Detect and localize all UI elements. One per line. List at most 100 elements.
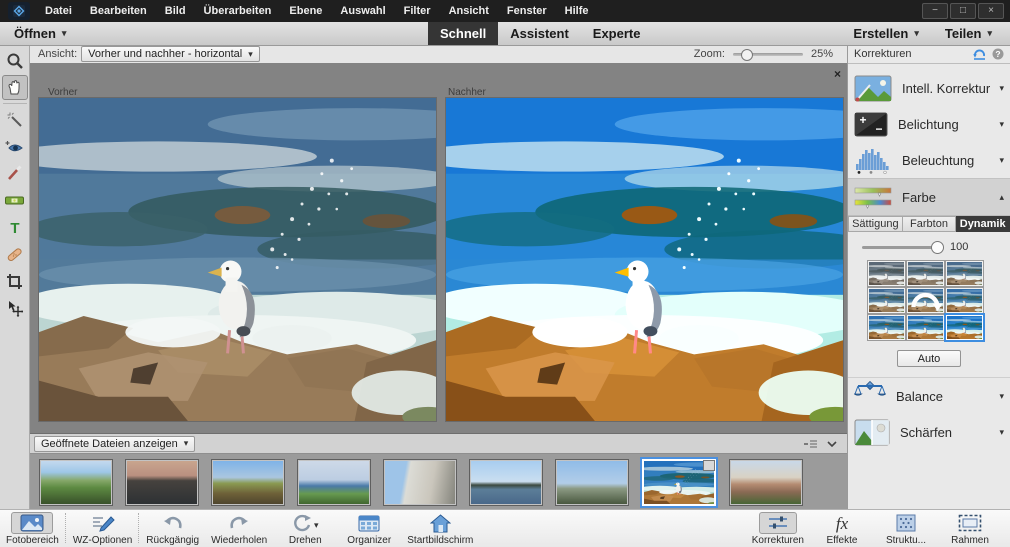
section-sharpen[interactable]: Schärfen ▾ <box>848 414 1010 450</box>
taskbar-label: Wiederholen <box>211 535 267 546</box>
panel-title: Korrekturen <box>854 48 911 60</box>
help-icon[interactable]: ? <box>992 48 1004 60</box>
reset-icon[interactable] <box>972 48 987 60</box>
thumbnail-green-valley[interactable] <box>40 460 112 505</box>
taskbar-fotobereich[interactable]: Fotobereich <box>0 510 65 546</box>
menu-filter[interactable]: Filter <box>395 0 440 22</box>
chevron-down-icon[interactable]: ▾ <box>999 427 1004 438</box>
open-files-dropdown[interactable]: Geöffnete Dateien anzeigen ▾ <box>34 436 195 452</box>
svg-text:+: + <box>859 113 866 127</box>
hand-tool[interactable] <box>2 75 28 100</box>
thumbnail-church[interactable] <box>730 460 802 505</box>
move-icon <box>6 300 23 317</box>
collapse-bin-icon[interactable] <box>827 441 837 447</box>
straighten-tool[interactable] <box>2 188 28 213</box>
variation-cell-reset[interactable] <box>907 288 944 313</box>
chevron-down-icon[interactable]: ▾ <box>999 155 1004 166</box>
whiten-teeth-tool[interactable] <box>2 161 28 186</box>
taskbar-startbildschirm[interactable]: Startbildschirm <box>401 510 479 546</box>
tab-schnell[interactable]: Schnell <box>428 22 498 45</box>
vibrance-slider-thumb[interactable] <box>931 241 944 254</box>
bin-menu-icon[interactable] <box>804 439 817 449</box>
red-eye-tool[interactable] <box>2 134 28 159</box>
variation-cell[interactable] <box>868 288 905 313</box>
taskbar-korrekturen[interactable]: Korrekturen <box>746 510 810 546</box>
adjustments-panel: Korrekturen ? <box>847 45 1010 510</box>
variation-cell[interactable] <box>946 261 983 286</box>
tab-farbton[interactable]: Farbton <box>903 216 957 232</box>
variation-cell[interactable] <box>946 288 983 313</box>
tab-experte[interactable]: Experte <box>581 22 653 45</box>
menu-ebene[interactable]: Ebene <box>280 0 331 22</box>
thumbnail-countryside[interactable] <box>212 460 284 505</box>
thumbnail-mountain-ridge[interactable] <box>556 460 628 505</box>
section-intelligent-fix[interactable]: Intell. Korrektur ▾ <box>848 70 1010 106</box>
section-exposure[interactable]: + − Belichtung ▾ <box>848 106 1010 142</box>
menu-auswahl[interactable]: Auswahl <box>331 0 394 22</box>
taskbar-rahmen[interactable]: Rahmen <box>938 510 1002 546</box>
zoom-slider-thumb[interactable] <box>741 49 753 61</box>
vibrance-slider[interactable] <box>862 246 940 249</box>
tab-assistent[interactable]: Assistent <box>498 22 581 45</box>
thumbnail-lake-hills[interactable] <box>298 460 370 505</box>
maximize-button[interactable]: □ <box>950 3 976 19</box>
view-mode-dropdown[interactable]: Vorher und nachher - horizontal ▾ <box>81 46 260 62</box>
auto-button[interactable]: Auto <box>897 350 961 367</box>
taskbar-drehen[interactable]: ▾ Drehen <box>273 510 337 546</box>
menu-ueberarbeiten[interactable]: Überarbeiten <box>195 0 281 22</box>
share-button[interactable]: Teilen ▾ <box>945 26 992 41</box>
taskbar-organizer[interactable]: Organizer <box>337 510 401 546</box>
menu-fenster[interactable]: Fenster <box>498 0 556 22</box>
variation-cell[interactable] <box>907 261 944 286</box>
taskbar-effekte[interactable]: fx Effekte <box>810 510 874 546</box>
tool-options-icon <box>91 514 115 532</box>
chevron-down-icon[interactable]: ▾ <box>314 520 319 531</box>
thumbnail-island[interactable] <box>470 460 542 505</box>
thumbnail-seagull-selected[interactable] <box>642 459 716 506</box>
section-color[interactable]: Farbe ▴ <box>848 178 1010 216</box>
crop-tool[interactable] <box>2 269 28 294</box>
type-tool[interactable]: T <box>2 215 28 240</box>
thumbnail-dusk-lake[interactable] <box>126 460 198 505</box>
create-button[interactable]: Erstellen ▾ <box>853 26 918 41</box>
zoom-slider[interactable] <box>733 53 803 56</box>
taskbar-label: Startbildschirm <box>407 535 473 546</box>
chevron-down-icon[interactable]: ▾ <box>999 119 1004 130</box>
close-view-icon[interactable]: × <box>834 69 841 79</box>
level-icon <box>5 195 24 206</box>
taskbar-wiederholen[interactable]: Wiederholen <box>205 510 273 546</box>
variation-cell[interactable] <box>868 315 905 340</box>
menu-datei[interactable]: Datei <box>36 0 81 22</box>
chevron-down-icon[interactable]: ▾ <box>999 83 1004 94</box>
color-sliders-icon <box>854 185 892 209</box>
taskbar-rueckgaengig[interactable]: Rückgängig <box>140 510 205 546</box>
thumbnail-el-capitan-cliff[interactable] <box>384 460 456 505</box>
spot-healing-tool[interactable] <box>2 242 28 267</box>
home-icon <box>430 514 451 533</box>
move-tool[interactable] <box>2 296 28 321</box>
open-button[interactable]: Öffnen ▾ <box>14 26 66 41</box>
chevron-down-icon[interactable]: ▾ <box>999 391 1004 402</box>
zoom-tool[interactable] <box>2 48 28 73</box>
minimize-button[interactable]: − <box>922 3 948 19</box>
menu-bild[interactable]: Bild <box>156 0 195 22</box>
after-image <box>445 97 844 422</box>
svg-text:−: − <box>875 122 882 136</box>
section-balance[interactable]: Balance ▾ <box>848 378 1010 414</box>
menu-ansicht[interactable]: Ansicht <box>440 0 498 22</box>
tab-dynamik[interactable]: Dynamik <box>956 216 1010 232</box>
taskbar-wz-optionen[interactable]: WZ-Optionen <box>67 510 138 546</box>
menu-bearbeiten[interactable]: Bearbeiten <box>81 0 156 22</box>
balance-scales-icon <box>854 381 886 411</box>
variation-cell[interactable] <box>907 315 944 340</box>
variation-cell[interactable] <box>868 261 905 286</box>
close-button[interactable]: × <box>978 3 1004 19</box>
chevron-up-icon[interactable]: ▴ <box>999 192 1004 203</box>
section-lighting[interactable]: Beleuchtung ▾ <box>848 142 1010 178</box>
taskbar-strukturen[interactable]: Struktu... <box>874 510 938 546</box>
quick-selection-tool[interactable] <box>2 107 28 132</box>
taskbar-label: Drehen <box>289 535 322 546</box>
menu-hilfe[interactable]: Hilfe <box>556 0 598 22</box>
variation-cell-selected[interactable] <box>946 315 983 340</box>
tab-saettigung[interactable]: Sättigung <box>848 216 903 232</box>
